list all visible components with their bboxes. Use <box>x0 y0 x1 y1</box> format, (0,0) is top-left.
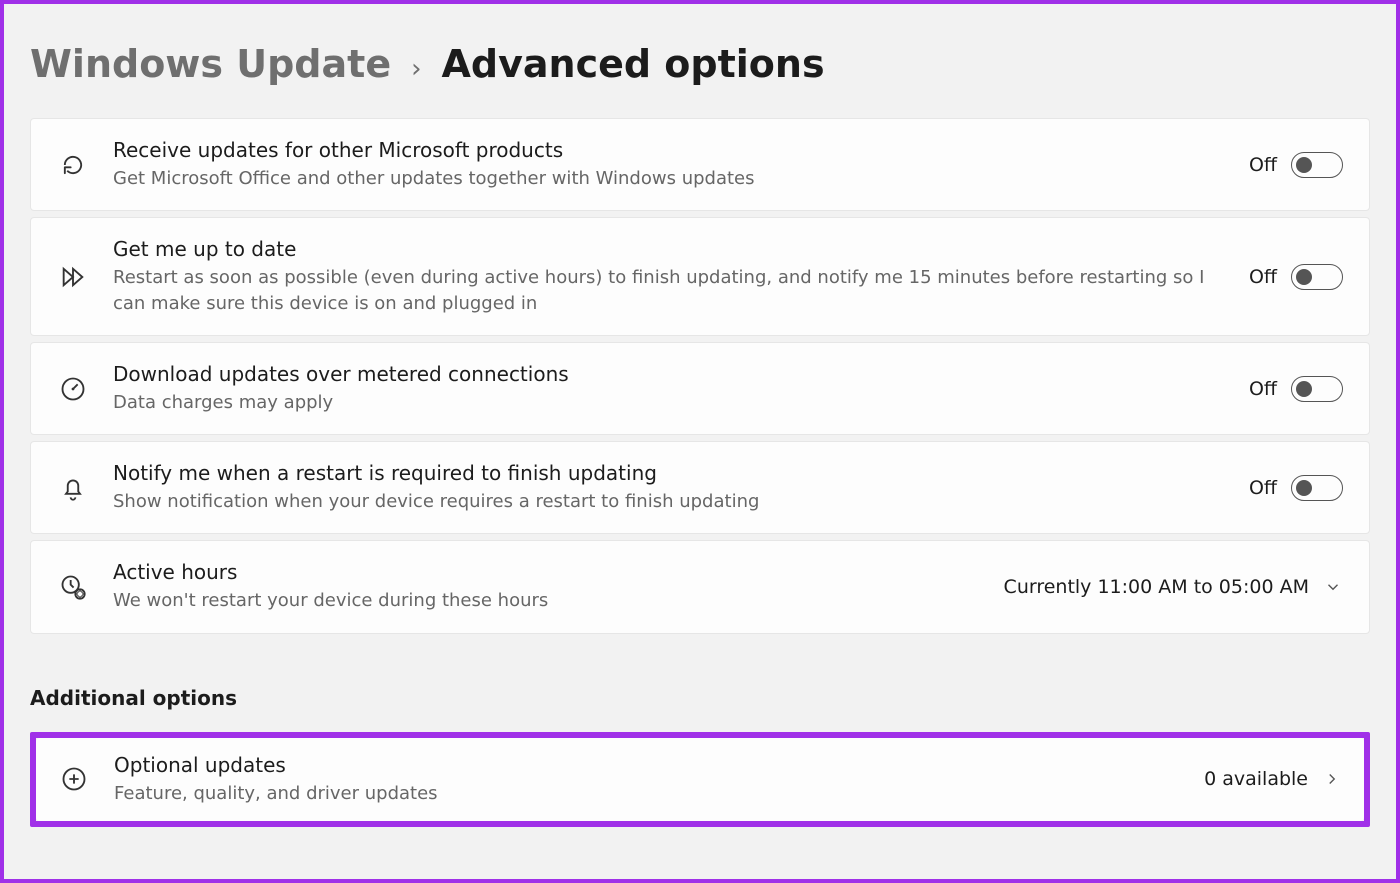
sync-icon <box>57 149 89 181</box>
toggle-switch[interactable] <box>1291 264 1343 290</box>
chevron-right-icon: › <box>411 54 421 84</box>
toggle-state-label: Off <box>1249 378 1277 400</box>
fast-forward-icon <box>57 261 89 293</box>
bell-icon <box>57 472 89 504</box>
plus-circle-icon <box>58 763 90 795</box>
setting-desc: Get Microsoft Office and other updates t… <box>113 166 1229 192</box>
setting-desc: Show notification when your device requi… <box>113 489 1229 515</box>
setting-metered-connections[interactable]: Download updates over metered connection… <box>30 342 1370 435</box>
setting-title: Download updates over metered connection… <box>113 361 1229 388</box>
setting-title: Notify me when a restart is required to … <box>113 460 1229 487</box>
annotation-highlight: Optional updates Feature, quality, and d… <box>30 732 1370 827</box>
setting-receive-other-products[interactable]: Receive updates for other Microsoft prod… <box>30 118 1370 211</box>
setting-title: Optional updates <box>114 752 1184 779</box>
setting-desc: We won't restart your device during thes… <box>113 588 984 614</box>
setting-notify-restart[interactable]: Notify me when a restart is required to … <box>30 441 1370 534</box>
setting-title: Receive updates for other Microsoft prod… <box>113 137 1229 164</box>
section-additional-options: Additional options <box>30 686 1370 710</box>
toggle-switch[interactable] <box>1291 152 1343 178</box>
setting-title: Active hours <box>113 559 984 586</box>
chevron-right-icon <box>1322 769 1342 789</box>
breadcrumb-parent[interactable]: Windows Update <box>30 42 391 86</box>
setting-optional-updates[interactable]: Optional updates Feature, quality, and d… <box>36 738 1364 821</box>
setting-desc: Restart as soon as possible (even during… <box>113 265 1229 317</box>
setting-active-hours[interactable]: Active hours We won't restart your devic… <box>30 540 1370 633</box>
toggle-switch[interactable] <box>1291 376 1343 402</box>
setting-desc: Data charges may apply <box>113 390 1229 416</box>
setting-desc: Feature, quality, and driver updates <box>114 781 1184 807</box>
toggle-state-label: Off <box>1249 154 1277 176</box>
toggle-switch[interactable] <box>1291 475 1343 501</box>
breadcrumb-current: Advanced options <box>442 42 825 86</box>
setting-get-me-up-to-date[interactable]: Get me up to date Restart as soon as pos… <box>30 217 1370 336</box>
chevron-down-icon <box>1323 577 1343 597</box>
toggle-state-label: Off <box>1249 266 1277 288</box>
breadcrumb: Windows Update › Advanced options <box>30 42 1370 86</box>
gauge-icon <box>57 373 89 405</box>
toggle-state-label: Off <box>1249 477 1277 499</box>
clock-gear-icon <box>57 571 89 603</box>
setting-title: Get me up to date <box>113 236 1229 263</box>
setting-value: Currently 11:00 AM to 05:00 AM <box>1004 576 1309 598</box>
setting-value: 0 available <box>1204 768 1308 790</box>
